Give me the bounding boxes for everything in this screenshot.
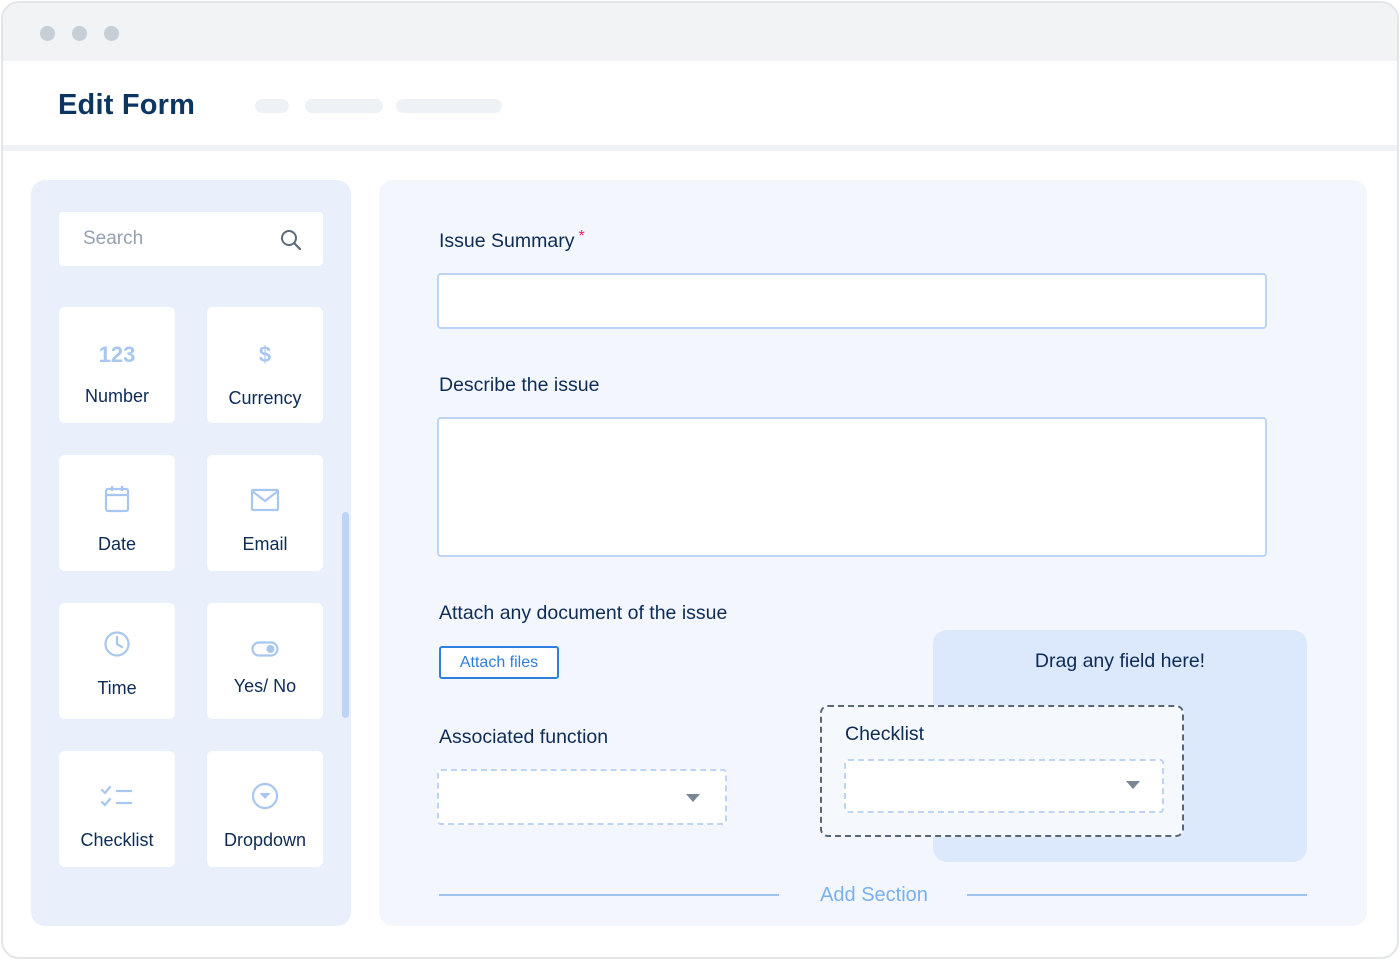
field-tile-number[interactable]: 123 Number (59, 307, 175, 423)
dropzone-hint: Drag any field here! (1034, 650, 1206, 672)
page-title: Edit Form (58, 89, 196, 121)
search-icon[interactable] (279, 228, 303, 252)
search-input[interactable]: Search (59, 212, 323, 266)
dragging-field-label: Checklist (845, 723, 925, 745)
field-tile-currency[interactable]: $ Currency (207, 307, 323, 423)
breadcrumb-placeholder (396, 99, 502, 113)
field-tile-label: Number (84, 386, 150, 406)
currency-icon: $ (258, 342, 272, 367)
dragging-field-card[interactable]: Checklist (820, 705, 1184, 837)
field-tile-checklist[interactable]: Checklist (59, 751, 175, 867)
field-tile-email[interactable]: Email (207, 455, 323, 571)
checklist-icon (59, 785, 175, 809)
attach-files-button[interactable]: Attach files (439, 646, 559, 679)
envelope-icon (207, 488, 323, 512)
field-tile-time[interactable]: Time (59, 603, 175, 719)
associated-function-label: Associated function (439, 726, 609, 748)
clock-icon (59, 630, 175, 658)
section-divider-left (439, 894, 779, 896)
field-tile-label: Email (242, 534, 288, 554)
calendar-icon (59, 484, 175, 514)
page-header: Edit Form (3, 61, 1397, 151)
field-tile-label: Yes/ No (233, 676, 297, 696)
field-tile-label: Dropdown (223, 830, 307, 850)
palette-scrollbar[interactable] (342, 512, 349, 718)
field-tile-dropdown[interactable]: Dropdown (207, 751, 323, 867)
add-section-button[interactable]: Add Section (779, 884, 969, 907)
number-icon: 123 (98, 342, 136, 367)
field-tile-label: Time (97, 678, 137, 698)
title-bar (3, 3, 1397, 61)
window-minimize-dot[interactable] (72, 26, 87, 41)
dragging-field-select[interactable] (844, 759, 1164, 813)
field-tile-yes-no[interactable]: Yes/ No (207, 603, 323, 719)
section-divider-right (967, 894, 1307, 896)
attach-document-label: Attach any document of the issue (439, 602, 728, 624)
caret-down-icon (1126, 781, 1140, 789)
required-marker: * (578, 228, 585, 245)
breadcrumb-placeholder (305, 99, 383, 113)
describe-issue-label: Describe the issue (439, 374, 600, 396)
form-canvas: Issue Summary * Describe the issue Attach… (379, 180, 1367, 926)
search-placeholder: Search (83, 228, 144, 249)
associated-function-select[interactable] (437, 769, 727, 825)
window-close-dot[interactable] (40, 26, 55, 41)
issue-summary-label: Issue Summary * (439, 228, 585, 252)
field-tile-label: Date (97, 534, 137, 554)
field-tile-date[interactable]: Date (59, 455, 175, 571)
field-tile-label: Checklist (80, 830, 154, 850)
toggle-icon (207, 641, 323, 657)
field-tile-label: Currency (228, 388, 302, 408)
caret-down-icon (686, 794, 700, 802)
describe-issue-textarea[interactable] (437, 417, 1267, 557)
breadcrumb-placeholder (255, 99, 289, 113)
window-maximize-dot[interactable] (104, 26, 119, 41)
field-palette: Search 123 Number $ Currency Date Email (31, 180, 351, 926)
issue-summary-input[interactable] (437, 273, 1267, 329)
dropdown-circle-icon (207, 782, 323, 810)
